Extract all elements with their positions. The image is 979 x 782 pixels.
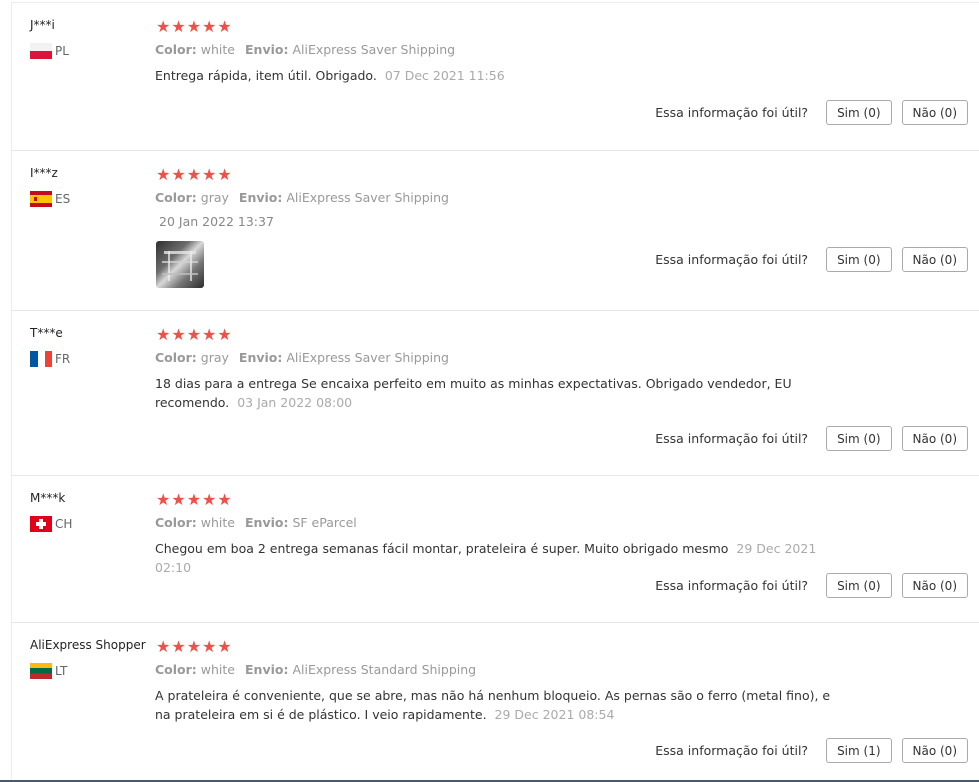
review-date: 20 Jan 2022 13:37	[159, 214, 274, 229]
ch-flag-icon	[30, 516, 52, 532]
shipping-label: Envio:	[245, 662, 289, 677]
stars-glyphs: ★★★★★	[156, 165, 233, 184]
review-item: J***i PL ★★★★★ Color: white Envio: AliExp…	[11, 2, 979, 151]
color-value: white	[200, 515, 235, 530]
shipping-label: Envio:	[245, 42, 289, 57]
shipping-label: Envio:	[238, 350, 283, 365]
helpful-section: Essa informação foi útil? Sim (0) Não (0…	[655, 573, 968, 598]
color-value: white	[200, 662, 235, 677]
helpful-question: Essa informação foi útil?	[655, 578, 809, 593]
review-date: 07 Dec 2021 11:56	[384, 68, 505, 83]
review-date: 03 Jan 2022 08:00	[237, 395, 353, 410]
reviewer-country: FR	[30, 351, 70, 367]
pl-flag-icon	[30, 43, 52, 59]
es-flag-icon	[30, 191, 52, 207]
helpful-yes-button[interactable]: Sim (1)	[826, 738, 892, 763]
country-code: PL	[55, 44, 69, 58]
star-rating: ★★★★★	[156, 165, 233, 184]
review-text: 18 dias para a entrega Se encaixa perfei…	[155, 374, 855, 412]
reviewer-name: T***e	[30, 326, 63, 340]
country-code: CH	[55, 517, 73, 531]
color-label: Color:	[155, 350, 197, 365]
shipping-value: AliExpress Standard Shipping	[292, 662, 477, 677]
review-meta: Color: white Envio: AliExpress Saver Ship…	[155, 42, 455, 57]
helpful-section: Essa informação foi útil? Sim (0) Não (0…	[655, 426, 968, 451]
color-label: Color:	[155, 42, 197, 57]
reviewer-name: J***i	[30, 18, 55, 32]
helpful-no-button[interactable]: Não (0)	[901, 573, 968, 598]
shipping-label: Envio:	[245, 515, 289, 530]
review-meta: Color: white Envio: SF eParcel	[155, 515, 357, 530]
review-photo[interactable]	[156, 241, 204, 288]
stars-glyphs: ★★★★★	[156, 637, 233, 656]
color-value: gray	[200, 190, 229, 205]
reviewer-country: LT	[30, 663, 67, 679]
review-item: M***k CH ★★★★★ Color: white Envio: SF ePa…	[11, 475, 979, 623]
country-code: FR	[55, 352, 71, 366]
shipping-value: SF eParcel	[292, 515, 357, 530]
color-label: Color:	[155, 190, 197, 205]
color-value: gray	[200, 350, 229, 365]
star-rating: ★★★★★	[156, 637, 233, 656]
reviewer-name: I***z	[30, 166, 58, 180]
helpful-yes-button[interactable]: Sim (0)	[826, 100, 892, 125]
lt-flag-icon	[30, 663, 52, 679]
review-body: Entrega rápida, item útil. Obrigado.	[155, 68, 377, 83]
star-rating: ★★★★★	[156, 490, 233, 509]
reviewer-country: ES	[30, 191, 70, 207]
review-item: AliExpress Shopper LT ★★★★★ Color: white…	[11, 622, 979, 780]
helpful-yes-button[interactable]: Sim (0)	[826, 573, 892, 598]
helpful-no-button[interactable]: Não (0)	[901, 247, 968, 272]
star-rating: ★★★★★	[156, 17, 233, 36]
photo-content	[162, 251, 198, 281]
helpful-question: Essa informação foi útil?	[655, 431, 809, 446]
star-rating: ★★★★★	[156, 325, 233, 344]
helpful-section: Essa informação foi útil? Sim (0) Não (0…	[655, 247, 968, 272]
helpful-section: Essa informação foi útil? Sim (0) Não (0…	[655, 100, 968, 125]
reviewer-name: M***k	[30, 491, 66, 505]
review-date: 29 Dec 2021 08:54	[494, 707, 615, 722]
review-text: Entrega rápida, item útil. Obrigado. 07 …	[155, 66, 855, 85]
color-label: Color:	[155, 662, 197, 677]
country-code: LT	[55, 664, 68, 678]
color-value: white	[200, 42, 235, 57]
review-meta: Color: white Envio: AliExpress Standard S…	[155, 662, 476, 677]
helpful-yes-button[interactable]: Sim (0)	[826, 247, 892, 272]
review-text: A prateleira é conveniente, que se abre,…	[155, 686, 845, 724]
reviewer-country: CH	[30, 516, 72, 532]
helpful-no-button[interactable]: Não (0)	[901, 738, 968, 763]
color-label: Color:	[155, 515, 197, 530]
helpful-no-button[interactable]: Não (0)	[901, 100, 968, 125]
shipping-value: AliExpress Saver Shipping	[292, 42, 456, 57]
helpful-question: Essa informação foi útil?	[655, 105, 809, 120]
reviewer-name: AliExpress Shopper	[30, 638, 146, 652]
review-body: A prateleira é conveniente, que se abre,…	[155, 688, 831, 722]
review-text: Chegou em boa 2 entrega semanas fácil mo…	[155, 539, 855, 577]
review-meta: Color: gray Envio: AliExpress Saver Shipp…	[155, 190, 449, 205]
helpful-question: Essa informação foi útil?	[655, 252, 809, 267]
review-item: T***e FR ★★★★★ Color: gray Envio: AliExpr…	[11, 310, 979, 476]
fr-flag-icon	[30, 351, 52, 367]
helpful-section: Essa informação foi útil? Sim (1) Não (0…	[655, 738, 968, 763]
helpful-question: Essa informação foi útil?	[655, 743, 809, 758]
review-body: Chegou em boa 2 entrega semanas fácil mo…	[155, 541, 729, 556]
review-item: I***z ES ★★★★★ Color: gray Envio: AliExpr…	[11, 150, 979, 311]
shipping-value: AliExpress Saver Shipping	[286, 350, 449, 365]
stars-glyphs: ★★★★★	[156, 325, 233, 344]
shipping-value: AliExpress Saver Shipping	[286, 190, 449, 205]
country-code: ES	[55, 192, 71, 206]
helpful-yes-button[interactable]: Sim (0)	[826, 426, 892, 451]
reviewer-country: PL	[30, 43, 69, 59]
helpful-no-button[interactable]: Não (0)	[901, 426, 968, 451]
shipping-label: Envio:	[238, 190, 283, 205]
review-meta: Color: gray Envio: AliExpress Saver Shipp…	[155, 350, 449, 365]
stars-glyphs: ★★★★★	[156, 490, 233, 509]
stars-glyphs: ★★★★★	[156, 17, 233, 36]
